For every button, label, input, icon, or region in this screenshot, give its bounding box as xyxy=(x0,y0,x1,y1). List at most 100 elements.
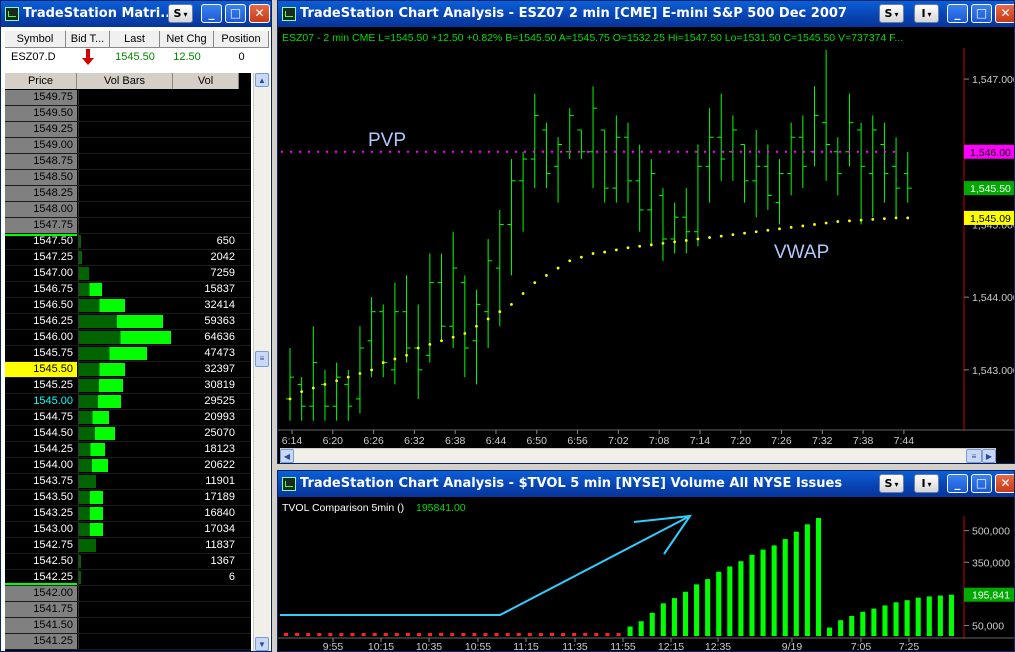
ladder-row[interactable]: 1542.00 xyxy=(5,586,251,602)
ladder-row[interactable]: 1543.25 16840 xyxy=(5,506,251,522)
ladder-price[interactable]: 1547.25 xyxy=(5,250,77,265)
ladder-row[interactable]: 1549.50 xyxy=(5,106,251,122)
ladder-price[interactable]: 1547.00 xyxy=(5,266,77,281)
ladder-price[interactable]: 1548.75 xyxy=(5,154,77,169)
chart1-hscroll[interactable]: ◀ ≡ ▶ xyxy=(280,448,996,463)
ladder-price[interactable]: 1547.75 xyxy=(5,218,77,233)
ladder-row[interactable]: 1548.00 xyxy=(5,202,251,218)
ladder-price[interactable]: 1546.25 xyxy=(5,314,77,329)
ladder-row[interactable]: 1544.00 20622 xyxy=(5,458,251,474)
ladder-price[interactable]: 1545.00 xyxy=(5,394,77,409)
ladder-price[interactable]: 1543.50 xyxy=(5,490,77,505)
scroll-left-arrow-icon[interactable]: ◀ xyxy=(280,449,294,463)
i-menu-button[interactable]: I ▾ xyxy=(914,4,939,23)
header-last[interactable]: Last xyxy=(110,31,160,48)
ladder-row[interactable]: 1541.50 xyxy=(5,618,251,634)
ladder-price[interactable]: 1541.25 xyxy=(5,634,77,649)
ladder-price[interactable]: 1549.25 xyxy=(5,122,77,137)
ladder-price[interactable]: 1542.50 xyxy=(5,554,77,569)
ladder-price[interactable]: 1541.50 xyxy=(5,618,77,633)
s-menu-button[interactable]: S ▾ xyxy=(168,4,193,23)
volume-chart[interactable]: TVOL Comparison 5min () 195841.00 50,000… xyxy=(278,498,1014,652)
ladder-row[interactable]: 1549.75 xyxy=(5,90,251,106)
minimize-button[interactable]: _ xyxy=(201,4,222,23)
ladder-row[interactable]: 1542.25 6 xyxy=(5,570,251,586)
ladder-price[interactable]: 1544.00 xyxy=(5,458,77,473)
ladder-price[interactable]: 1546.00 xyxy=(5,330,77,345)
scroll-thumb[interactable]: ≡ xyxy=(966,449,982,463)
ladder-row[interactable]: 11545.5032397 xyxy=(5,362,251,378)
ladder-row[interactable]: 1546.75 15837 xyxy=(5,282,251,298)
ladder-row[interactable]: 1541.25 xyxy=(5,634,251,650)
ladder-row[interactable]: 1548.25 xyxy=(5,186,251,202)
ladder-price[interactable]: 1543.25 xyxy=(5,506,77,521)
ladder-price[interactable]: 1546.50 xyxy=(5,298,77,313)
ladder-price[interactable]: 1541.75 xyxy=(5,602,77,617)
ladder-row[interactable]: 1544.50 25070 xyxy=(5,426,251,442)
ladder-row[interactable]: 1547.75 xyxy=(5,218,251,234)
i-menu-button[interactable]: I ▾ xyxy=(914,474,939,493)
col-vol[interactable]: Vol xyxy=(173,73,239,89)
ladder-row[interactable]: 1547.25 2042 xyxy=(5,250,251,266)
s-menu-button[interactable]: S ▾ xyxy=(879,474,904,493)
close-button[interactable]: ✕ xyxy=(995,4,1014,23)
ladder-price[interactable]: 1545.25 xyxy=(5,378,77,393)
ladder-row[interactable]: v1545.0029525 xyxy=(5,394,251,410)
scroll-thumb[interactable]: ≡ xyxy=(255,351,269,367)
ladder-price[interactable]: 1548.25 xyxy=(5,186,77,201)
ladder-row[interactable]: 1546.00 64636 xyxy=(5,330,251,346)
ladder-row[interactable]: 1543.00 17034 xyxy=(5,522,251,538)
close-button[interactable]: ✕ xyxy=(249,4,270,23)
maximize-button[interactable]: □ xyxy=(971,474,992,493)
ladder-row[interactable]: 1543.50 17189 xyxy=(5,490,251,506)
ladder-price[interactable]: 1548.50 xyxy=(5,170,77,185)
ladder-row[interactable]: 1545.25 30819 xyxy=(5,378,251,394)
header-position[interactable]: Position xyxy=(214,31,269,48)
scroll-right-arrow-icon[interactable]: ▶ xyxy=(982,449,996,463)
ladder-row[interactable]: 1547.00 7259 xyxy=(5,266,251,282)
header-symbol[interactable]: Symbol xyxy=(5,31,66,48)
ladder-row[interactable]: 1544.75 20993 xyxy=(5,410,251,426)
chart1-titlebar[interactable]: TradeStation Chart Analysis - ESZ07 2 mi… xyxy=(278,1,1014,27)
ladder-row[interactable]: 1549.25 xyxy=(5,122,251,138)
chart2-titlebar[interactable]: TradeStation Chart Analysis - $TVOL 5 mi… xyxy=(278,471,1014,497)
ladder-row[interactable]: 1546.25 59363 xyxy=(5,314,251,330)
ladder-price[interactable]: 1549.50 xyxy=(5,106,77,121)
ladder-price[interactable]: 1542.75 xyxy=(5,538,77,553)
minimize-button[interactable]: _ xyxy=(947,4,968,23)
ladder-scrollbar[interactable]: ▲ ≡ ▼ xyxy=(253,73,270,651)
ladder-row[interactable]: 1549.00 xyxy=(5,138,251,154)
ladder-price[interactable]: 1546.75 xyxy=(5,282,77,297)
ladder-row[interactable]: 1546.50 32414 xyxy=(5,298,251,314)
ladder-price[interactable]: 1544.50 xyxy=(5,426,77,441)
symbol-value[interactable]: ESZ07.D xyxy=(5,49,66,65)
header-net-chg[interactable]: Net Chg xyxy=(160,31,214,48)
ladder-row[interactable]: 1548.50 xyxy=(5,170,251,186)
ladder-row[interactable]: 1541.75 xyxy=(5,602,251,618)
col-vol-bars[interactable]: Vol Bars xyxy=(77,73,173,89)
matrix-titlebar[interactable]: TradeStation Matri... S ▾ _ □ ✕ xyxy=(1,1,271,27)
ladder-row[interactable]: 1544.25 18123 xyxy=(5,442,251,458)
ladder-price[interactable]: 1543.00 xyxy=(5,522,77,537)
price-chart[interactable]: ESZ07 - 2 min CME L=1545.50 +12.50 +0.82… xyxy=(278,28,1014,448)
ladder-price[interactable]: 1543.75 xyxy=(5,474,77,489)
ladder-price[interactable]: 1548.00 xyxy=(5,202,77,217)
ladder-price[interactable]: 1545.50 xyxy=(5,362,77,377)
ladder-row[interactable]: 1543.75 11901 xyxy=(5,474,251,490)
ladder-price[interactable]: 1545.75 xyxy=(5,346,77,361)
col-price[interactable]: Price xyxy=(5,73,77,89)
ladder-price[interactable]: 1542.00 xyxy=(5,586,77,601)
ladder-price[interactable]: 1549.00 xyxy=(5,138,77,153)
maximize-button[interactable]: □ xyxy=(971,4,992,23)
scroll-down-arrow-icon[interactable]: ▼ xyxy=(255,637,269,651)
ladder-price[interactable]: 1547.50 xyxy=(5,234,77,249)
ladder-row[interactable]: 1542.75 11837 xyxy=(5,538,251,554)
ladder-price[interactable]: 1549.75 xyxy=(5,90,77,105)
ladder-price[interactable]: 1544.25 xyxy=(5,442,77,457)
ladder-row[interactable]: 1545.75 47473 xyxy=(5,346,251,362)
maximize-button[interactable]: □ xyxy=(225,4,246,23)
ladder-price[interactable]: 1544.75 xyxy=(5,410,77,425)
minimize-button[interactable]: _ xyxy=(947,474,968,493)
close-button[interactable]: ✕ xyxy=(995,474,1014,493)
ladder-row[interactable]: 1547.50 650 xyxy=(5,234,251,250)
